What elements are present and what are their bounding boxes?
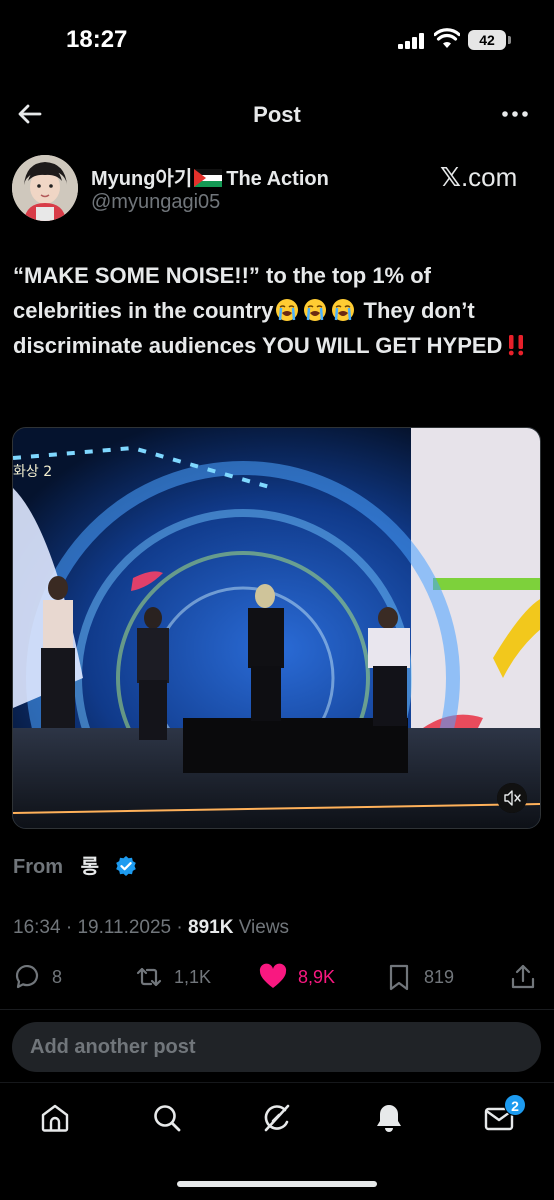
post-time: 16:34 xyxy=(13,917,61,938)
bookmark-icon xyxy=(389,964,409,991)
palestine-flag-icon xyxy=(194,169,223,187)
reply-count: 8 xyxy=(52,966,63,987)
video-player[interactable]: 화상 2 xyxy=(12,427,541,829)
signal-icon xyxy=(398,33,428,49)
home-indicator xyxy=(177,1181,377,1187)
muted-speaker-icon[interactable] xyxy=(497,783,527,813)
video-frame: 화상 2 xyxy=(13,428,540,828)
reply-button[interactable]: 8 xyxy=(12,960,62,994)
messages-badge: 2 xyxy=(504,1094,526,1116)
from-label: From xyxy=(13,856,63,878)
wifi-icon xyxy=(434,28,460,48)
more-dots-icon[interactable] xyxy=(498,98,532,130)
meta-separator: · xyxy=(65,917,73,938)
search-icon xyxy=(154,1105,181,1132)
views-count[interactable]: 891K xyxy=(188,917,233,938)
bookmark-count: 819 xyxy=(424,966,455,987)
nav-grok[interactable] xyxy=(260,1101,294,1135)
reply-input[interactable]: Add another post xyxy=(12,1022,541,1072)
post-meta: 16:34 · 19.11.2025 · 891K Views xyxy=(13,917,289,939)
views-label: Views xyxy=(238,917,290,938)
x-logo-icon: 𝕏 xyxy=(440,163,461,193)
verified-badge-icon xyxy=(115,856,136,876)
loudly-crying-face-icon xyxy=(276,299,299,321)
reply-icon xyxy=(15,965,39,989)
from-name[interactable]: 롱 xyxy=(81,856,99,878)
reply-placeholder: Add another post xyxy=(30,1036,196,1058)
loudly-crying-face-icon xyxy=(304,299,327,321)
grok-icon xyxy=(264,1104,290,1132)
like-button[interactable]: 8,9K xyxy=(258,960,335,994)
repost-button[interactable]: 1,1K xyxy=(134,960,211,994)
author-name-suffix: The Action xyxy=(226,168,329,190)
battery-tip xyxy=(508,36,511,44)
source-domain: .com xyxy=(460,162,518,192)
video-overlay-text: 화상 2 xyxy=(13,464,52,480)
repost-count: 1,1K xyxy=(174,966,212,987)
nav-notifications[interactable] xyxy=(372,1101,406,1135)
home-icon xyxy=(41,1104,69,1132)
share-button[interactable] xyxy=(508,960,538,994)
battery-icon: 42 xyxy=(468,30,506,50)
repost-icon xyxy=(136,967,162,987)
nav-search[interactable] xyxy=(150,1101,184,1135)
page-title: Post xyxy=(253,102,301,127)
post-text: “MAKE SOME NOISE!!” to the top 1% of cel… xyxy=(13,258,533,363)
attribution-row: From 롱 xyxy=(13,850,137,879)
share-icon xyxy=(511,964,535,989)
nav-home[interactable] xyxy=(38,1101,72,1135)
post-header: Post xyxy=(0,84,554,144)
avatar[interactable] xyxy=(12,155,78,221)
loudly-crying-face-icon xyxy=(332,299,355,321)
action-bar: 8 1,1K 8,9K 819 xyxy=(0,960,554,996)
source-label: 𝕏.com xyxy=(440,162,517,193)
post-date: 19.11.2025 xyxy=(77,917,172,938)
bookmark-button[interactable]: 819 xyxy=(384,960,454,994)
double-exclamation-icon xyxy=(509,335,524,356)
author-name-prefix: Myung아기 xyxy=(91,168,193,190)
meta-separator: · xyxy=(176,917,183,938)
status-bar: 18:27 42 xyxy=(0,0,554,80)
like-count: 8,9K xyxy=(298,966,336,987)
notifications-icon xyxy=(377,1105,401,1132)
heart-filled-icon xyxy=(259,963,287,988)
status-time: 18:27 xyxy=(66,26,128,53)
author-name[interactable]: Myung아기 The Action xyxy=(91,162,329,191)
author-handle[interactable]: @myungagi05 xyxy=(91,191,220,214)
divider xyxy=(0,1009,554,1010)
